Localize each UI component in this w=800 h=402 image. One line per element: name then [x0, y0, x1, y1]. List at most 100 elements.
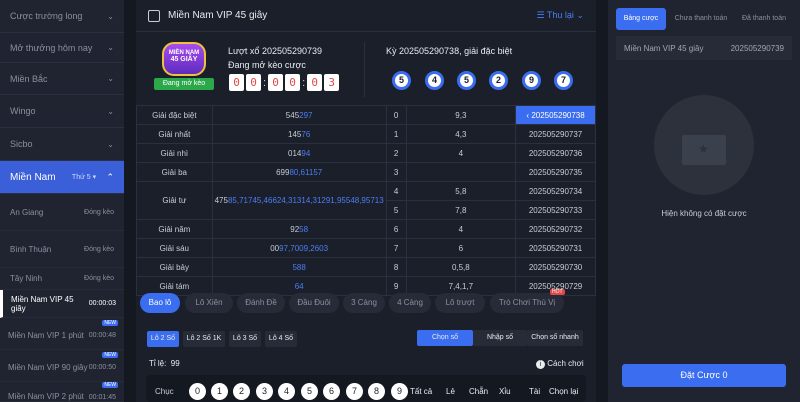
prize-number-highlight: 85,71745,46624,31314,31291,95548,95713 [227, 196, 384, 205]
prize-number-highlight: 64 [294, 281, 304, 291]
sidebar-item-label: Mở thưởng hôm nay [10, 42, 93, 53]
filter-big[interactable]: Tài [529, 387, 540, 396]
sidebar-item-mien-bac[interactable]: Miền Bắc ⌄ [0, 63, 124, 95]
period-cell[interactable]: 202505290732 [515, 219, 596, 239]
period-cell-active[interactable]: ‹ 202505290738 [515, 105, 596, 125]
caret-down-icon: ▾ [92, 174, 97, 181]
sidebar-item-label: Miền Nam [10, 171, 56, 183]
day-select[interactable]: Thứ 5 ▾ [72, 173, 96, 181]
digit-4[interactable]: 4 [278, 383, 295, 400]
vip-item-90s[interactable]: NEW Miền Nam VIP 90 giây 00:00:50 [0, 352, 124, 382]
period-cell[interactable]: 202505290735 [515, 162, 596, 182]
tail-digits: 9,3 [405, 105, 517, 125]
province-binh-thuan[interactable]: Bình Thuận Đóng kèo [0, 231, 124, 268]
digit-2[interactable]: 2 [233, 383, 250, 400]
chevron-down-icon: ⌄ [576, 10, 584, 20]
province-an-giang[interactable]: An Giang Đóng kèo [0, 194, 124, 231]
mode-chon-so[interactable]: Chọn số [417, 330, 473, 346]
open-status-badge: Đang mở kèo [154, 78, 214, 90]
chevron-down-icon: ⌄ [107, 106, 114, 116]
head-digit: 1 [385, 124, 407, 144]
tab-3-cang[interactable]: 3 Càng [343, 293, 385, 313]
sidebar-item-today[interactable]: Mở thưởng hôm nay ⌄ [0, 33, 124, 63]
mode-nhap-so[interactable]: Nhập số [473, 330, 527, 346]
chevron-up-icon: ⌃ [106, 171, 114, 182]
sidebar-item-mien-nam[interactable]: Miền Nam Thứ 5 ▾ ⌃ [0, 161, 124, 194]
tab-4-cang[interactable]: 4 Càng [389, 293, 431, 313]
digit-3[interactable]: 3 [256, 383, 273, 400]
sidebar-item-sicbo[interactable]: Sicbo ⌄ [0, 128, 124, 161]
tab-lo-truot[interactable]: Lô trượt [435, 293, 485, 313]
tab-bao-lo[interactable]: Bao lô [140, 293, 180, 313]
prize-number: 47585,71745,46624,31314,31291,95548,9571… [211, 181, 387, 220]
prize-name: Giải đặc biệt [136, 105, 213, 125]
tab-danh-de[interactable]: Đánh Đề [237, 293, 285, 313]
digit-8[interactable]: 8 [368, 383, 385, 400]
countdown-digit: 3 [324, 74, 340, 91]
tab-unpaid[interactable]: Chưa thanh toán [670, 8, 732, 30]
result-ball: 5 [392, 71, 411, 90]
vip-countdown: 00:00:48 [88, 332, 116, 339]
game-header: Miền Nam VIP 45 giây ☰ Thu lại ⌄ [136, 0, 596, 32]
prize-number-plain: 014 [288, 148, 302, 158]
prize-number-highlight: 297 [299, 110, 313, 120]
tab-dau-duoi[interactable]: Đầu Đuôi [289, 293, 339, 313]
tab-paid[interactable]: Đã thanh toán [734, 8, 794, 30]
filter-reset[interactable]: Chọn lại [549, 387, 578, 396]
vip-label: Miền Nam VIP 45 giây [11, 294, 74, 313]
round-label: Lượt xổ 202505290739 [228, 46, 323, 56]
vip-item-45s[interactable]: Miền Nam VIP 45 giây 00:00:03 [0, 290, 124, 318]
filter-even[interactable]: Chẵn [469, 387, 488, 396]
tab-tro-choi-thu-vi[interactable]: Trò Chơi Thú Vị [490, 293, 564, 313]
sidebar-item-wingo[interactable]: Wingo ⌄ [0, 95, 124, 128]
prize-number: 69980,61157 [211, 162, 387, 182]
table-row: Giải bảy 588 8 0,5,8 202505290730 [136, 257, 596, 277]
period-cell[interactable]: 202505290733 [515, 200, 596, 220]
tail-digits: 4 [405, 143, 517, 163]
prize-number-plain: 00 [270, 243, 280, 253]
period-cell[interactable]: 202505290731 [515, 238, 596, 258]
logo-badge: MIỀN NAM 45 GIÂY [162, 42, 206, 76]
subtab-lo-4-so[interactable]: Lô 4 Số [265, 331, 297, 347]
digit-5[interactable]: 5 [301, 383, 318, 400]
province-status: Đóng kèo [84, 208, 114, 216]
bet-period: 202505290739 [730, 44, 784, 53]
period-cell[interactable]: 202505290734 [515, 181, 596, 201]
subtab-lo-3-so[interactable]: Lô 3 Số [229, 331, 261, 347]
period-cell[interactable]: 202505290730 [515, 257, 596, 277]
vip-countdown: 00:00:50 [88, 364, 116, 371]
new-badge: NEW [102, 382, 118, 388]
filter-odd[interactable]: Lẻ [446, 387, 455, 396]
result-ball: 4 [425, 71, 444, 90]
history-link[interactable]: ☰ Thu lại ⌄ [537, 10, 585, 21]
vip-item-1m[interactable]: NEW Miền Nam VIP 1 phút 00:00:48 [0, 320, 124, 350]
tab-lo-xien[interactable]: Lô Xiên [185, 293, 233, 313]
how-to-play-link[interactable]: i Cách chơi [536, 359, 584, 369]
digit-6[interactable]: 6 [323, 383, 340, 400]
head-digit: 4 [385, 181, 407, 201]
sidebar-item-long-bet[interactable]: Cược trường long ⌄ [0, 0, 124, 33]
digit-1[interactable]: 1 [211, 383, 228, 400]
sidebar-item-label: Cược trường long [10, 11, 83, 21]
digit-0[interactable]: 0 [189, 383, 206, 400]
digit-9[interactable]: 9 [391, 383, 408, 400]
prize-name: Giải sáu [136, 238, 213, 258]
digit-7[interactable]: 7 [346, 383, 363, 400]
chevron-down-icon: ⌄ [107, 11, 114, 21]
tail-digits: 5,8 [405, 181, 517, 201]
subtab-lo-2-so[interactable]: Lô 2 Số [147, 331, 179, 347]
tab-bet-slip[interactable]: Bảng cược [616, 8, 666, 30]
prize-number-plain: 145 [288, 129, 302, 139]
mode-chon-so-nhanh[interactable]: Chọn số nhanh [527, 330, 583, 346]
subtab-lo-2-so-1k[interactable]: Lô 2 Số 1K [183, 331, 225, 347]
prize-name: Giải bảy [136, 257, 213, 277]
filter-small[interactable]: Xỉu [499, 387, 511, 396]
place-bet-button[interactable]: Đặt Cược 0 [622, 364, 786, 387]
period-cell[interactable]: 202505290737 [515, 124, 596, 144]
province-tay-ninh[interactable]: Tây Ninh Đóng kèo [0, 268, 124, 290]
table-row: Giải năm 9258 6 4 202505290732 [136, 219, 596, 239]
filter-all[interactable]: Tất cả [410, 387, 432, 396]
period-cell[interactable]: 202505290736 [515, 143, 596, 163]
vip-item-2m[interactable]: NEW Miền Nam VIP 2 phút 00:01:45 [0, 382, 124, 402]
table-row: Giải sáu 0097,7009,2603 7 6 202505290731 [136, 238, 596, 258]
